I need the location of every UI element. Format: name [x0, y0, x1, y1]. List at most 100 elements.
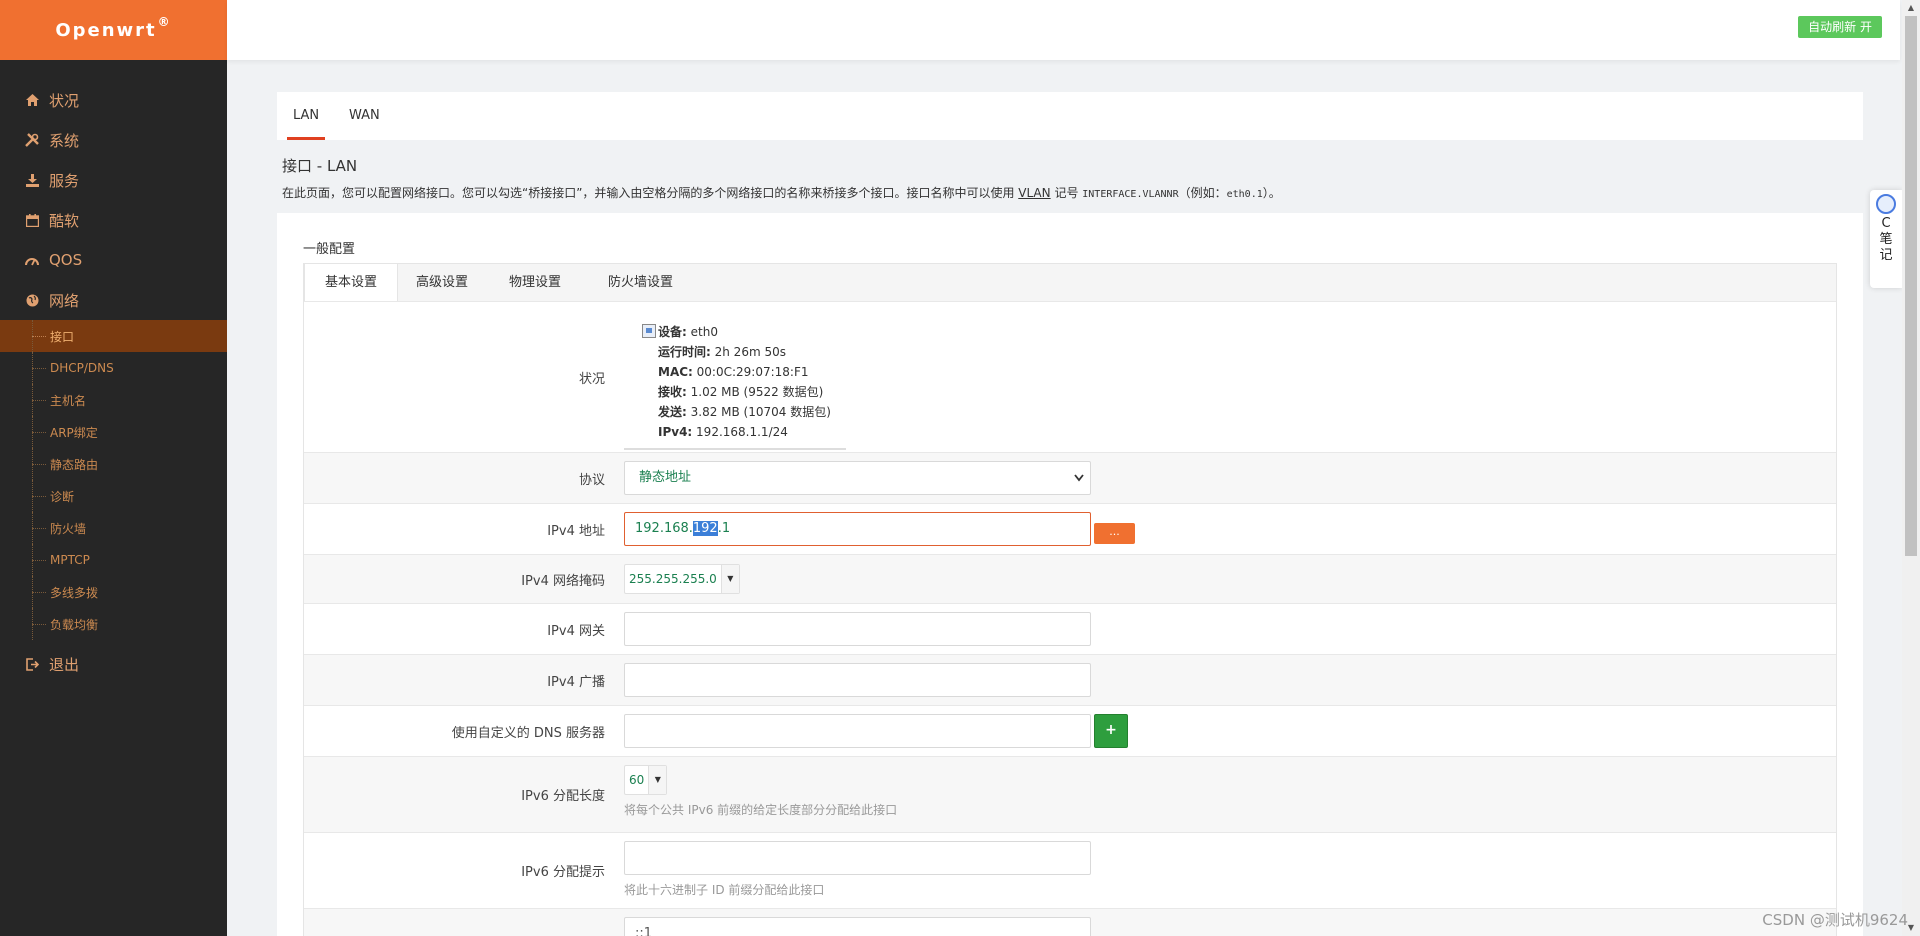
- sidebar-item-logout[interactable]: 退出: [0, 644, 227, 684]
- status-value: 192.168.1.1/24: [692, 425, 788, 439]
- tree-connector: [32, 431, 46, 433]
- ipv6-assign-hint-input[interactable]: [624, 841, 1091, 875]
- status-value: 1.02 MB (9522 数据包): [686, 385, 824, 399]
- page-title: 接口 - LAN: [282, 157, 358, 175]
- sidebar-item-label: 网络: [49, 291, 80, 310]
- tree-connector: [32, 527, 46, 529]
- protocol-value: 静态地址: [639, 470, 692, 485]
- note-widget[interactable]: C 笔 记: [1870, 190, 1902, 288]
- sidebar-subitem-routes[interactable]: 静态路由: [0, 448, 227, 480]
- more-options-button[interactable]: ...: [1094, 523, 1135, 544]
- caret-down-icon: ▼: [720, 565, 739, 593]
- sidebar-item-qos[interactable]: QOS: [0, 240, 227, 280]
- subtab-basic[interactable]: 基本设置: [304, 264, 399, 302]
- status-rx: 接收: 1.02 MB (9522 数据包): [658, 382, 846, 402]
- sidebar-item-services[interactable]: 服务: [0, 160, 227, 200]
- sidebar-item-network[interactable]: 网络: [0, 280, 227, 320]
- note-widget-icon: [1876, 194, 1896, 214]
- download-icon: [24, 172, 40, 188]
- status-box: 设备: eth0 运行时间: 2h 26m 50s MAC: 00:0C:29:…: [624, 312, 846, 450]
- status-key: 运行时间:: [658, 345, 711, 359]
- ipv4-netmask-row: IPv4 网络掩码 255.255.255.0 ▼: [304, 554, 1836, 603]
- sidebar-menu: 状况 系统 服务 酷软 QOS 网络 接口 DHCP/DNS 主机名 ARP绑定…: [0, 80, 227, 684]
- subtab-firewall[interactable]: 防火墙设置: [588, 264, 693, 302]
- status-value: 3.82 MB (10704 数据包): [686, 405, 831, 419]
- sidebar-subitem-interfaces[interactable]: 接口: [0, 320, 227, 352]
- brand-logo[interactable]: Openwrt ®: [0, 0, 227, 60]
- network-submenu: 接口 DHCP/DNS 主机名 ARP绑定 静态路由 诊断 防火墙 MPTCP …: [0, 320, 227, 640]
- chevron-down-icon: [1074, 462, 1084, 507]
- sidebar-subitem-label: ARP绑定: [50, 425, 98, 440]
- tree-connector: [32, 367, 46, 369]
- sidebar-subitem-diagnostics[interactable]: 诊断: [0, 480, 227, 512]
- field-hint: 将每个公共 IPv6 前缀的给定长度部分分配给此接口: [624, 803, 898, 817]
- ipv4-address-row: IPv4 地址 192.168.192.1 ...: [304, 503, 1836, 554]
- sidebar-item-label: 酷软: [49, 211, 80, 230]
- sidebar-item-label: QOS: [49, 251, 83, 269]
- desc-text: 在此页面，您可以配置网络接口。您可以勾选“桥接接口”，并输入由空格分隔的多个网络…: [282, 186, 1019, 200]
- tab-wan[interactable]: WAN: [349, 92, 380, 140]
- section-title: 一般配置: [303, 242, 356, 257]
- watermark: CSDN @测试机9624: [1762, 911, 1908, 929]
- subtab-physical[interactable]: 物理设置: [489, 264, 581, 302]
- sidebar-subitem-multiwan[interactable]: 多线多拨: [0, 576, 227, 608]
- field-label: IPv4 网络掩码: [521, 574, 605, 589]
- field-hint: 将此十六进制子 ID 前缀分配给此接口: [624, 883, 825, 897]
- sidebar-subitem-loadbalance[interactable]: 负载均衡: [0, 608, 227, 640]
- status-ipv4: IPv4: 192.168.1.1/24: [658, 422, 846, 442]
- sidebar-subitem-label: 负载均衡: [50, 617, 99, 632]
- ipv6-suffix-input[interactable]: ::1: [624, 917, 1091, 936]
- sidebar-subitem-hostnames[interactable]: 主机名: [0, 384, 227, 416]
- sidebar-subitem-label: 诊断: [50, 489, 75, 504]
- dns-server-input[interactable]: [624, 714, 1091, 748]
- sidebar-item-label: 系统: [49, 131, 80, 150]
- field-label: IPv6 分配长度: [521, 789, 605, 804]
- status-value: 00:0C:29:07:18:F1: [692, 365, 809, 379]
- ipv4-address-input[interactable]: 192.168.192.1: [624, 512, 1091, 546]
- sidebar-subitem-arp[interactable]: ARP绑定: [0, 416, 227, 448]
- sidebar-item-system[interactable]: 系统: [0, 120, 227, 160]
- calendar-icon: [24, 212, 40, 228]
- logout-icon: [24, 656, 40, 672]
- vertical-scrollbar[interactable]: ▲ ▼: [1902, 0, 1920, 936]
- sidebar-subitem-label: 接口: [50, 329, 75, 344]
- sidebar-subitem-dhcp-dns[interactable]: DHCP/DNS: [0, 352, 227, 384]
- field-label: 状况: [578, 372, 605, 387]
- sidebar-subitem-mptcp[interactable]: MPTCP: [0, 544, 227, 576]
- sidebar: Openwrt ® 状况 系统 服务 酷软 QOS 网络 接口 DHCP/DNS…: [0, 0, 227, 936]
- field-label: 协议: [578, 473, 605, 488]
- desc-text: （例如：: [1178, 186, 1227, 200]
- field-label: 使用自定义的 DNS 服务器: [451, 726, 605, 741]
- auto-refresh-toggle[interactable]: 自动刷新 开: [1798, 16, 1882, 38]
- subtab-advanced[interactable]: 高级设置: [396, 264, 488, 302]
- desc-text: ）。: [1262, 186, 1281, 200]
- field-label: IPv4 广播: [547, 675, 605, 690]
- network-port-icon: [642, 324, 656, 338]
- ipv4-netmask-select[interactable]: 255.255.255.0 ▼: [624, 564, 740, 594]
- brand-mark: ®: [157, 15, 172, 29]
- sidebar-subitem-firewall[interactable]: 防火墙: [0, 512, 227, 544]
- interface-tabs: LAN WAN: [277, 92, 1863, 140]
- sidebar-subitem-label: 防火墙: [50, 521, 87, 536]
- add-dns-button[interactable]: +: [1094, 714, 1128, 748]
- tools-icon: [24, 132, 40, 148]
- sidebar-subitem-label: 主机名: [50, 393, 87, 408]
- sidebar-item-status[interactable]: 状况: [0, 80, 227, 120]
- note-widget-text: 笔: [1879, 232, 1893, 247]
- protocol-select[interactable]: 静态地址: [624, 461, 1091, 495]
- ipv4-broadcast-input[interactable]: [624, 663, 1091, 697]
- tab-lan[interactable]: LAN: [287, 92, 326, 140]
- desc-text: 记号: [1050, 186, 1083, 200]
- ipv4-gateway-input[interactable]: [624, 612, 1091, 646]
- status-key: 接收:: [658, 385, 687, 399]
- tree-connector: [32, 399, 46, 401]
- select-value: 255.255.255.0: [629, 572, 717, 586]
- scrollbar-thumb[interactable]: [1905, 16, 1917, 556]
- status-key: MAC:: [658, 365, 693, 379]
- ipv4-broadcast-row: IPv4 广播: [304, 654, 1836, 705]
- sidebar-item-software[interactable]: 酷软: [0, 200, 227, 240]
- caret-down-icon: ▼: [648, 766, 667, 794]
- ipv6-assign-length-select[interactable]: 60 ▼: [624, 765, 668, 795]
- sidebar-item-label: 退出: [49, 655, 80, 674]
- scroll-up-icon[interactable]: ▲: [1902, 0, 1920, 16]
